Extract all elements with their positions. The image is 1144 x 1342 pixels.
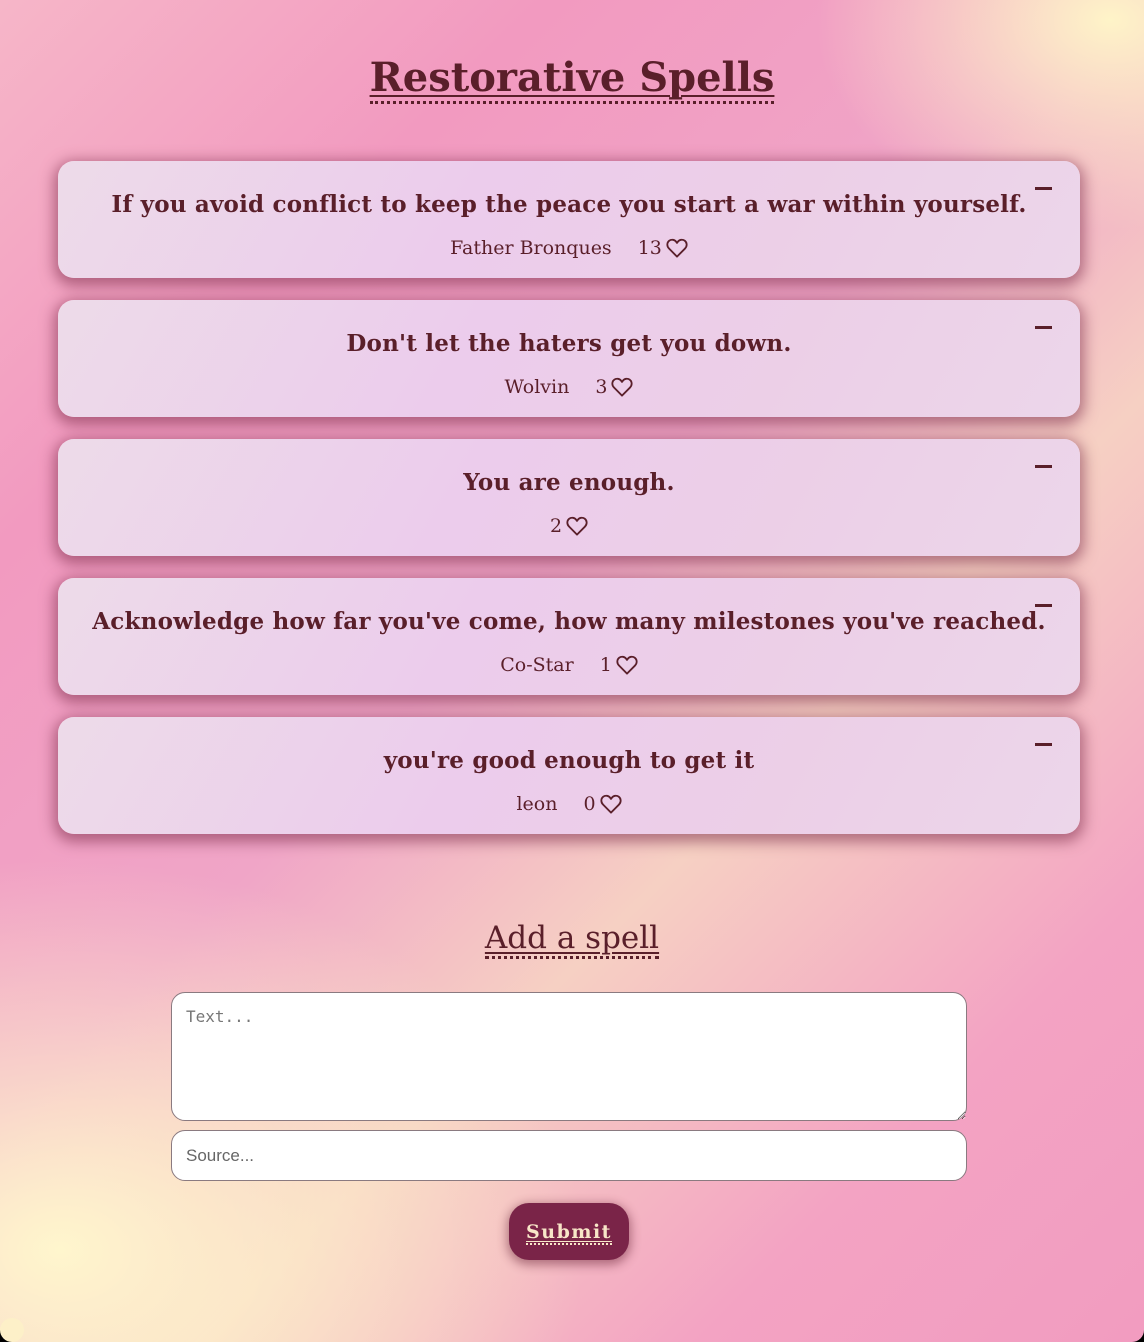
window-corner (1120, 1318, 1144, 1342)
spell-source: Wolvin (504, 376, 570, 398)
like-button[interactable]: 0 (583, 793, 622, 815)
page-title-text: Restorative Spells (369, 54, 775, 104)
spell-text: Acknowledge how far you've come, how man… (92, 608, 1046, 635)
spell-text-input[interactable] (171, 992, 967, 1121)
like-count: 3 (595, 376, 608, 398)
like-button[interactable]: 13 (638, 237, 688, 259)
like-button[interactable]: 1 (600, 654, 638, 676)
heart-icon[interactable] (616, 655, 638, 675)
add-spell-title-text: Add a spell (484, 920, 660, 959)
spell-card: Acknowledge how far you've come, how man… (58, 578, 1080, 695)
spell-source: Co-Star (500, 654, 574, 676)
spell-source: Father Bronques (450, 237, 612, 259)
spell-source-input[interactable] (171, 1130, 967, 1181)
spell-text: You are enough. (463, 469, 675, 496)
window-corner (0, 1318, 24, 1342)
submit-button[interactable]: Submit (509, 1203, 629, 1260)
heart-icon[interactable] (611, 377, 634, 397)
like-count: 0 (583, 793, 596, 815)
submit-button-label: Submit (526, 1220, 612, 1245)
spell-source: leon (516, 793, 558, 815)
add-spell-title: Add a spell (0, 920, 1144, 959)
heart-icon[interactable] (666, 238, 688, 258)
spell-meta: 2 (58, 515, 1080, 537)
heart-icon[interactable] (566, 516, 588, 536)
like-count: 13 (637, 237, 662, 259)
spell-card: you're good enough to get it leon 0 (58, 717, 1080, 834)
spell-meta: Father Bronques 13 (58, 237, 1080, 259)
spell-card: If you avoid conflict to keep the peace … (58, 161, 1080, 278)
spell-meta: Co-Star 1 (58, 654, 1080, 676)
page-title: Restorative Spells (0, 54, 1144, 104)
like-count: 2 (549, 515, 563, 537)
like-button[interactable]: 2 (550, 515, 588, 537)
spell-text: Don't let the haters get you down. (346, 330, 792, 357)
spell-card: Don't let the haters get you down. Wolvi… (58, 300, 1080, 417)
spell-meta: Wolvin 3 (58, 376, 1080, 398)
spell-meta: leon 0 (58, 793, 1080, 815)
heart-icon[interactable] (599, 794, 622, 814)
spell-card: You are enough. 2 (58, 439, 1080, 556)
like-button[interactable]: 3 (595, 376, 634, 398)
like-count: 1 (599, 654, 612, 676)
spell-text: If you avoid conflict to keep the peace … (111, 191, 1027, 218)
spell-text: you're good enough to get it (383, 747, 755, 774)
